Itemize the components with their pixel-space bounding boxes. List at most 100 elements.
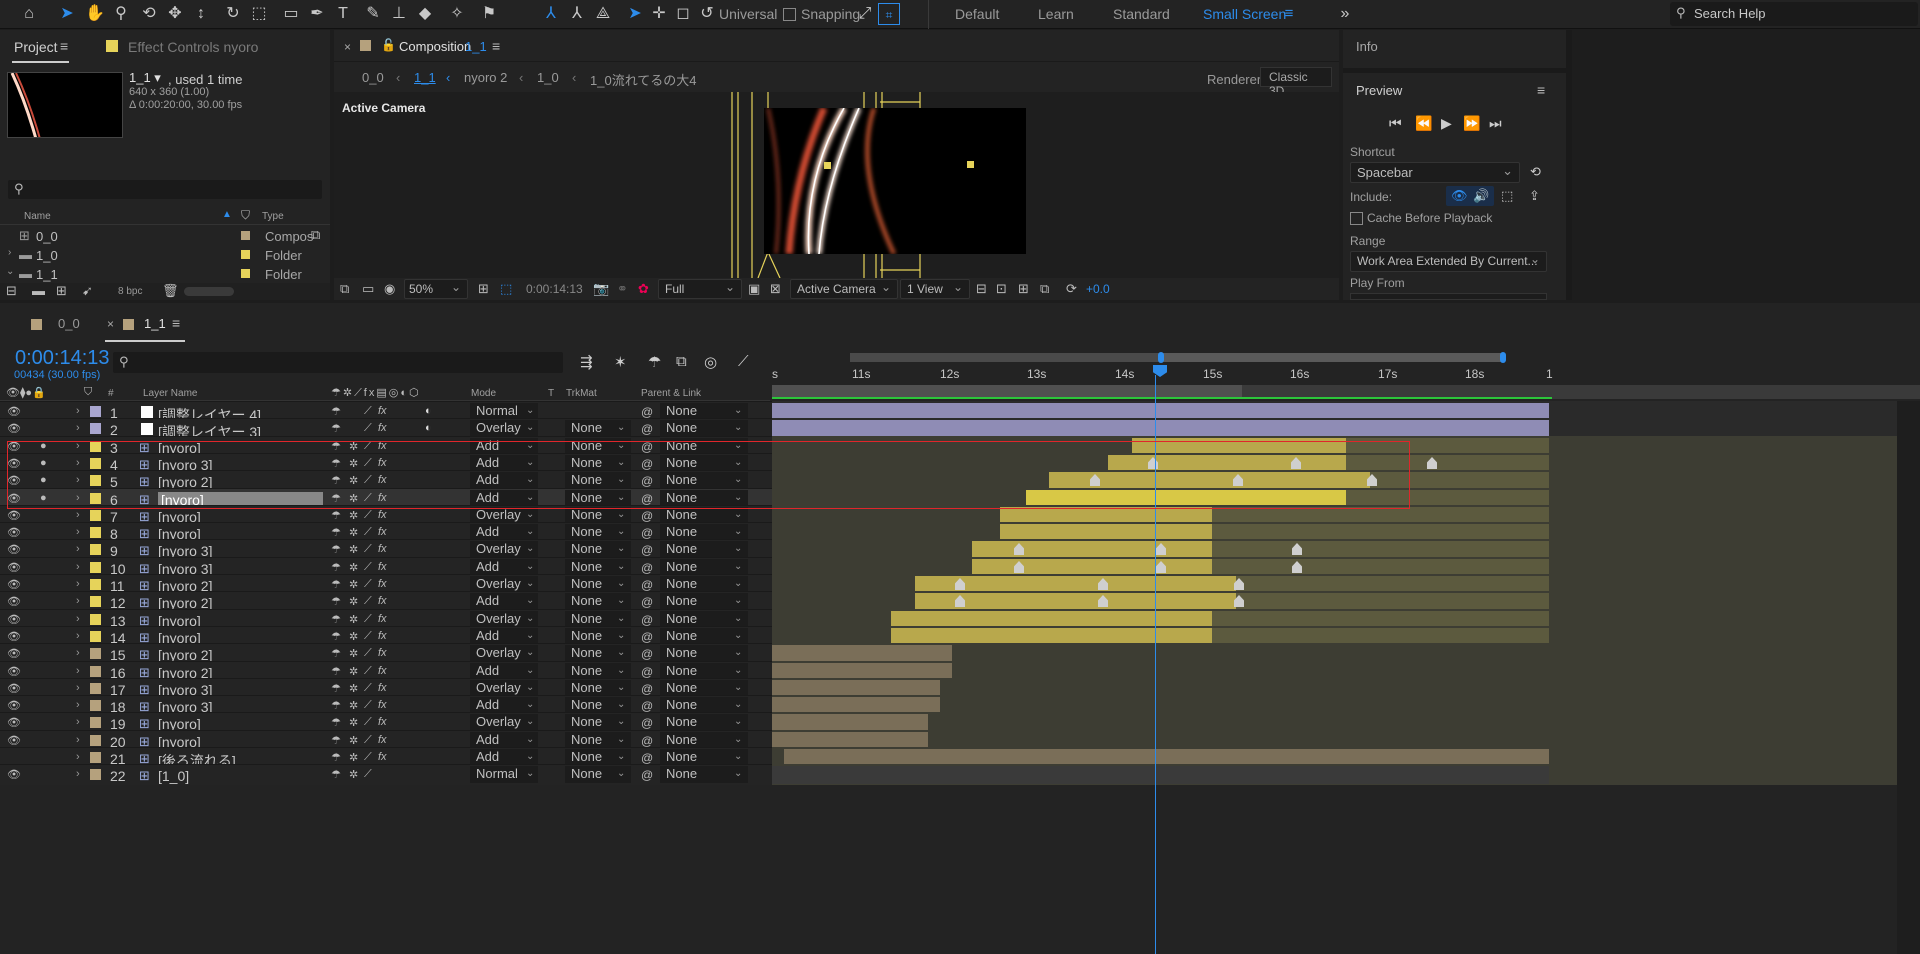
- track-row[interactable]: [772, 764, 1897, 785]
- quality-icon[interactable]: ⟋: [364, 509, 372, 522]
- timeline-icon[interactable]: ⊞: [1018, 281, 1029, 297]
- visibility-eye-icon[interactable]: 👁: [7, 595, 21, 608]
- pickwhip-icon[interactable]: @: [641, 768, 653, 782]
- shy-layers-icon[interactable]: ☂: [648, 353, 661, 371]
- snapping-checkbox[interactable]: [783, 8, 796, 21]
- eraser-tool-icon[interactable]: ◆: [414, 3, 436, 25]
- pan-camera-icon[interactable]: ✥: [164, 3, 186, 25]
- effects-fx-icon[interactable]: fx: [378, 509, 387, 521]
- effects-fx-icon[interactable]: fx: [378, 578, 387, 590]
- expand-chevron-icon[interactable]: ›: [76, 561, 80, 573]
- expand-chevron-icon[interactable]: ›: [76, 422, 80, 434]
- collapse-icon[interactable]: ✲: [349, 595, 358, 608]
- project-search-input[interactable]: ⚲: [8, 180, 322, 199]
- workspace-learn[interactable]: Learn: [1038, 6, 1074, 22]
- expand-chevron-icon[interactable]: ›: [76, 751, 80, 763]
- pickwhip-icon[interactable]: @: [641, 543, 653, 557]
- navigator-thumb[interactable]: [1160, 353, 1504, 362]
- interpret-footage-icon[interactable]: ⊟: [6, 283, 17, 299]
- project-item-1-1[interactable]: ⌄ ▬ 1_1 Folder: [0, 265, 330, 284]
- collapse-chevron-icon[interactable]: ⌄: [6, 266, 14, 277]
- expand-chevron-icon[interactable]: ›: [76, 630, 80, 642]
- quality-icon[interactable]: ⟋: [364, 768, 372, 781]
- shy-icon[interactable]: ☂: [331, 647, 341, 660]
- quality-icon[interactable]: ⟋: [364, 734, 372, 747]
- shy-icon[interactable]: ☂: [331, 405, 341, 418]
- quality-icon[interactable]: ⟋: [364, 647, 372, 660]
- expand-chevron-icon[interactable]: ›: [76, 716, 80, 728]
- col-type[interactable]: Type: [262, 211, 284, 222]
- quality-icon[interactable]: ⟋: [364, 613, 372, 626]
- zoom-dropdown[interactable]: 50%: [404, 279, 468, 299]
- collapse-icon[interactable]: ✲: [349, 734, 358, 747]
- label-color-icon[interactable]: [90, 717, 101, 728]
- expand-chevron-icon[interactable]: ›: [76, 699, 80, 711]
- layer-duration-bar[interactable]: [772, 766, 1549, 784]
- quality-icon[interactable]: ⟋: [364, 526, 372, 539]
- shy-icon[interactable]: ☂: [331, 595, 341, 608]
- expand-chevron-icon[interactable]: ›: [76, 613, 80, 625]
- label-color-icon[interactable]: [90, 510, 101, 521]
- tab-composition-name[interactable]: 1_1: [465, 39, 487, 54]
- tab-0-0[interactable]: 0_0: [58, 316, 80, 331]
- label-color-icon[interactable]: [90, 735, 101, 746]
- expand-chevron-icon[interactable]: ›: [76, 768, 80, 780]
- panel-menu-icon[interactable]: ≡: [60, 38, 68, 54]
- orbit-camera-icon[interactable]: ⟲: [138, 3, 160, 25]
- vr-icon[interactable]: ◉: [384, 281, 395, 297]
- adjustment-layer-icon[interactable]: ◐: [425, 405, 432, 417]
- shy-icon[interactable]: ☂: [331, 509, 341, 522]
- label-color-icon[interactable]: [90, 406, 101, 417]
- shy-icon[interactable]: ☂: [331, 716, 341, 729]
- pickwhip-icon[interactable]: @: [641, 561, 653, 575]
- info-tab[interactable]: Info: [1356, 39, 1378, 54]
- effects-fx-icon[interactable]: fx: [378, 561, 387, 573]
- collapse-icon[interactable]: ✲: [349, 647, 358, 660]
- visibility-eye-icon[interactable]: 👁: [7, 422, 21, 435]
- pen-tool-icon[interactable]: ✒: [306, 3, 328, 25]
- pickwhip-icon[interactable]: @: [641, 699, 653, 713]
- reset-icon[interactable]: ⟲: [1530, 164, 1541, 180]
- shy-icon[interactable]: ☂: [331, 613, 341, 626]
- workspace-small-screen[interactable]: Small Screen: [1203, 6, 1286, 22]
- pickwhip-icon[interactable]: @: [641, 630, 653, 644]
- breadcrumb-0-0[interactable]: 0_0: [362, 70, 384, 85]
- export-icon[interactable]: ⇪: [1529, 188, 1540, 204]
- quality-icon[interactable]: ⟋: [364, 630, 372, 643]
- draft-3d-icon[interactable]: ✶: [614, 353, 627, 371]
- snapshot-icon[interactable]: 📷: [593, 281, 609, 297]
- label-color-icon[interactable]: [90, 752, 101, 763]
- reset-exposure-icon[interactable]: ⟳: [1066, 281, 1077, 297]
- shy-icon[interactable]: ☂: [331, 578, 341, 591]
- visibility-eye-icon[interactable]: 👁: [7, 509, 21, 522]
- audio-speaker-icon[interactable]: 🔊: [1473, 188, 1489, 204]
- label-color-icon[interactable]: [90, 614, 101, 625]
- quality-icon[interactable]: ⟋: [364, 665, 372, 678]
- effects-fx-icon[interactable]: fx: [378, 751, 387, 763]
- shy-icon[interactable]: ☂: [331, 526, 341, 539]
- label-tag-icon[interactable]: ⛉: [241, 208, 250, 223]
- select-arrow-icon[interactable]: ➤: [624, 3, 646, 25]
- shy-icon[interactable]: ☂: [331, 561, 341, 574]
- collapse-icon[interactable]: ✲: [349, 543, 358, 556]
- collapse-icon[interactable]: ✲: [349, 578, 358, 591]
- visibility-eye-icon[interactable]: 👁: [7, 578, 21, 591]
- pickwhip-icon[interactable]: @: [641, 509, 653, 523]
- effects-fx-icon[interactable]: fx: [378, 665, 387, 677]
- shy-icon[interactable]: ☂: [331, 665, 341, 678]
- shortcut-dropdown[interactable]: Spacebar: [1350, 162, 1520, 183]
- bpc-label[interactable]: 8 bpc: [118, 286, 142, 297]
- collapse-icon[interactable]: ✲: [349, 751, 358, 764]
- pickwhip-icon[interactable]: @: [641, 595, 653, 609]
- effects-fx-icon[interactable]: fx: [378, 630, 387, 642]
- layer-name[interactable]: [1_0]: [158, 768, 189, 784]
- label-color-icon[interactable]: [90, 527, 101, 538]
- overlays-icon[interactable]: ⬚: [1501, 188, 1513, 204]
- color-channel-icon[interactable]: ✿: [638, 281, 649, 297]
- shy-icon[interactable]: ☂: [331, 751, 341, 764]
- rotate-icon[interactable]: ↺: [696, 3, 718, 25]
- overflow-chevron-icon[interactable]: »: [1334, 3, 1356, 25]
- breadcrumb-nyoro-2[interactable]: nyoro 2: [464, 70, 507, 85]
- col-t[interactable]: T: [548, 388, 554, 399]
- breadcrumb-1-1[interactable]: 1_1: [414, 70, 436, 85]
